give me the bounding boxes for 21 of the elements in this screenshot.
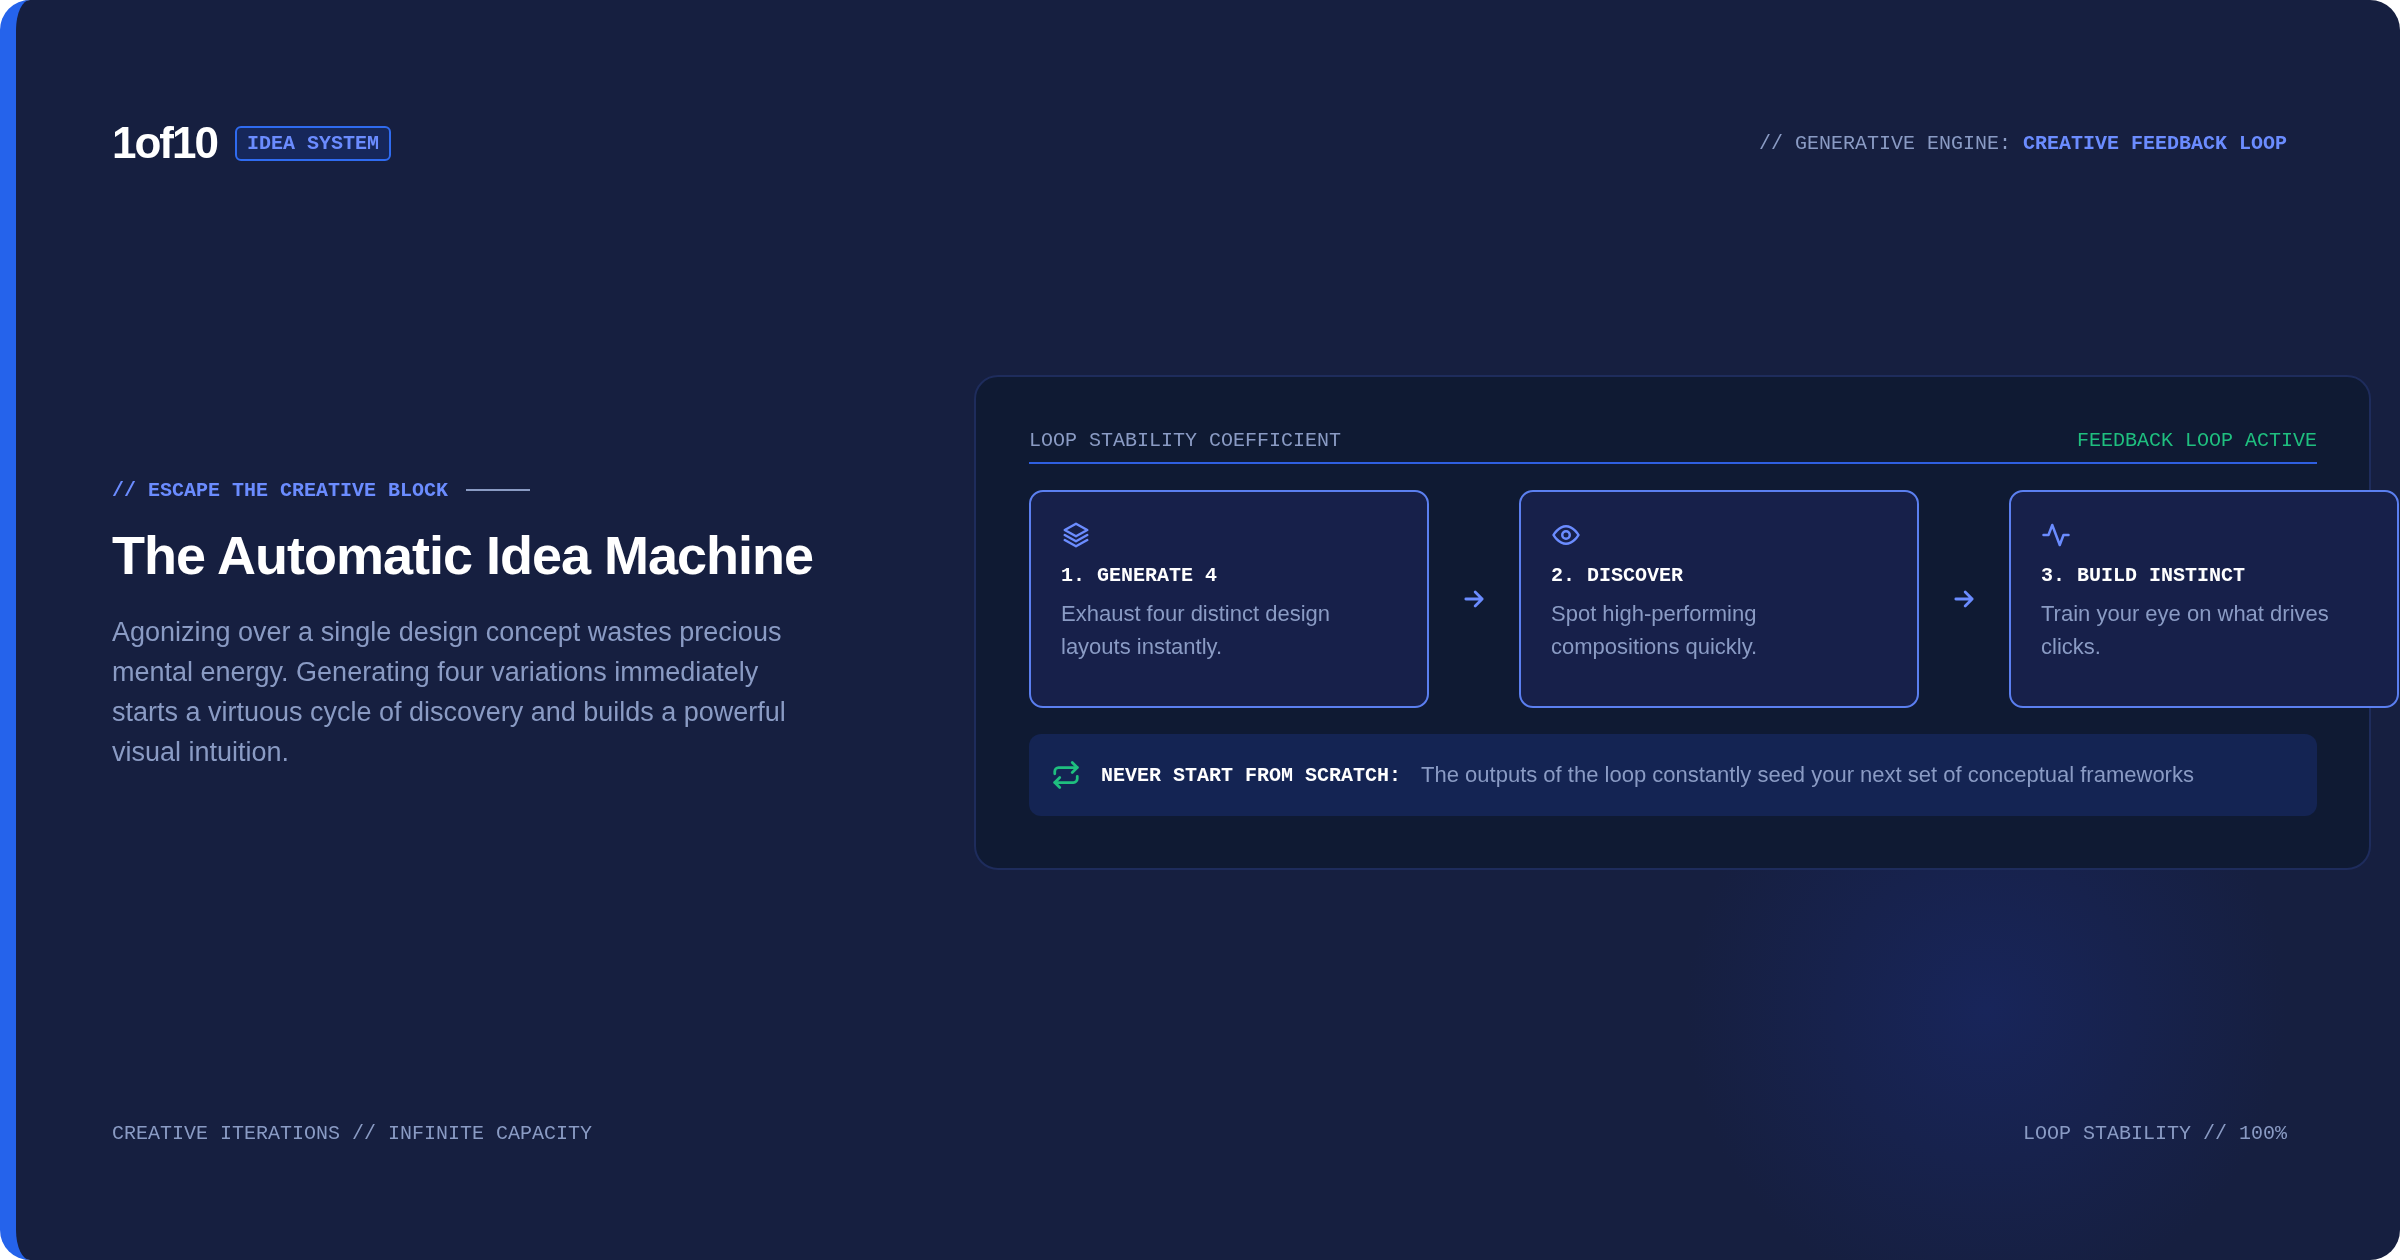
step-title: 1. GENERATE 4	[1061, 564, 1219, 587]
step-description: Spot high-performing compositions quickly.	[1551, 600, 1759, 661]
repeat-icon	[1051, 760, 1081, 790]
engine-value: CREATIVE FEEDBACK LOOP	[2022, 131, 2287, 155]
intro-paragraph: Agonizing over a single design concept wastes precious mental energy. Generating four variations immediately starts a virtuous cycle of discovery and builds a powerful visual intuition.	[112, 615, 787, 769]
footer-right-text: LOOP STABILITY // 100%	[2022, 1122, 2287, 1145]
footer-left-text: CREATIVE ITERATIONS // INFINITE CAPACITY	[112, 1122, 593, 1145]
step-title: 2. DISCOVER	[1551, 564, 1685, 587]
panel-label: LOOP STABILITY COEFFICIENT	[1029, 429, 1342, 452]
callout-text: The outputs of the loop constantly seed your next set of conceptual frameworks	[1421, 762, 2194, 788]
layers-icon	[1061, 520, 1091, 550]
page-title: The Automatic Idea Machine	[112, 523, 815, 586]
callout-label: NEVER START FROM SCRATCH:	[1101, 763, 1402, 787]
engine-label: // GENERATIVE ENGINE:	[1758, 131, 2011, 155]
system-badge: IDEA SYSTEM	[234, 125, 391, 161]
step-title: 3. BUILD INSTINCT	[2041, 564, 2247, 587]
logo: 1of10	[112, 118, 217, 168]
step-description: Train your eye on what drives clicks.	[2041, 600, 2330, 661]
step-description: Exhaust four distinct design layouts instantly.	[1061, 600, 1332, 661]
eyebrow-text: // ESCAPE THE CREATIVE BLOCK	[112, 478, 449, 502]
status-text: FEEDBACK LOOP ACTIVE	[2076, 429, 2317, 452]
